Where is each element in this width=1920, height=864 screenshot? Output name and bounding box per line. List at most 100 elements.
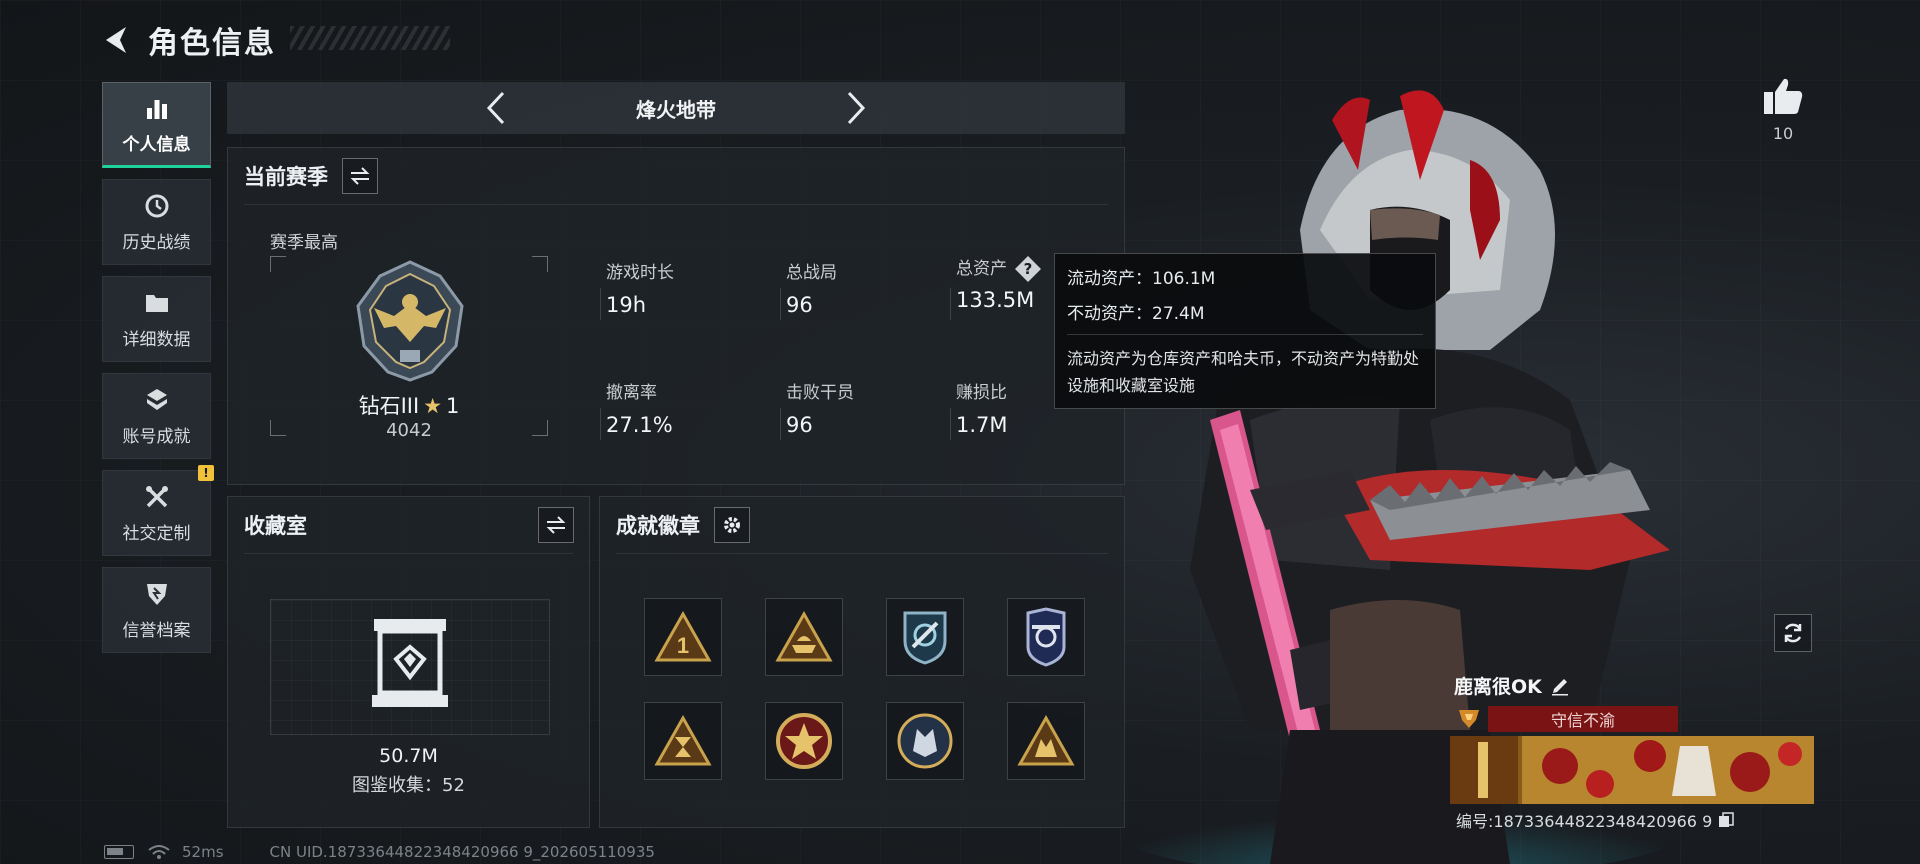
rotate-character-button[interactable] (1774, 614, 1812, 652)
stat-total-matches: 总战局 96 (786, 258, 837, 317)
player-banner[interactable] (1450, 736, 1814, 804)
stat-value: 27.1% (606, 413, 673, 437)
rank-score: 4042 (386, 420, 432, 441)
footer-uid: CN UID.18733644822348420966 9_2026051109… (269, 843, 655, 861)
season-panel: 当前赛季 赛季最高 钻石III ★ 1 4042 游戏时长 19h 总战局 96 总… (227, 147, 1125, 485)
collection-title: 收藏室 (244, 514, 307, 538)
sidebar: 个人信息 历史战绩 详细数据 账号成就 ! 社交定制 信誉档案 (102, 82, 214, 664)
sidebar-item-credit-file[interactable]: 信誉档案 (102, 567, 211, 653)
sidebar-item-detailed-data[interactable]: 详细数据 (102, 276, 211, 362)
stat-label: 撤离率 (606, 383, 657, 403)
assets-tooltip: 流动资产：106.1M 不动资产：27.4M 流动资产为仓库资产和哈夫币，不动资… (1054, 253, 1436, 409)
triangle-ship-icon (775, 611, 833, 662)
rank-stars: 1 (446, 394, 460, 418)
bar-chart-icon (146, 99, 167, 119)
tooltip-fixed-assets: 不动资产：27.4M (1067, 304, 1205, 324)
folder-icon (145, 294, 168, 312)
player-uid: 编号:18733644822348420966 9 (1456, 808, 1735, 832)
thumbs-up-icon[interactable] (1762, 76, 1804, 116)
mode-prev-button[interactable] (476, 88, 516, 128)
player-card: 鹿离很OK 守信不渝 编号:18733644822348420966 9 (1450, 672, 1814, 832)
collection-count: 图鉴收集：52 (352, 775, 465, 796)
divider (244, 553, 573, 554)
triangle-hands-icon (1017, 715, 1075, 766)
stat-profit-loss: 赚损比 1.7M (956, 378, 1008, 437)
season-title: 当前赛季 (244, 165, 328, 189)
rank-frame: 钻石III ★ 1 4042 (270, 256, 548, 441)
stat-value: 133.5M (956, 288, 1035, 312)
stat-operators-defeated: 击败干员 96 (786, 378, 854, 437)
header-decoration (290, 26, 450, 50)
sidebar-item-label: 账号成就 (122, 426, 191, 447)
swap-icon (546, 516, 566, 534)
diamond-rank-eagle-icon (356, 260, 464, 382)
achievement-badge[interactable] (644, 702, 722, 780)
divider (1067, 334, 1423, 335)
clock-history-icon (145, 194, 168, 217)
mode-next-button[interactable] (836, 88, 876, 128)
sidebar-item-social-custom[interactable]: ! 社交定制 (102, 465, 214, 556)
season-best-label: 赛季最高 (270, 233, 338, 253)
display-case-icon (372, 619, 448, 707)
sidebar-item-label: 社交定制 (122, 523, 191, 544)
help-icon[interactable]: ? (1015, 256, 1041, 282)
season-switch-button[interactable] (342, 158, 378, 194)
star-medal-icon (776, 713, 832, 769)
achievement-badge[interactable] (886, 702, 964, 780)
achievement-badge[interactable] (765, 702, 843, 780)
tooltip-description: 流动资产为仓库资产和哈夫币，不动资产为特勤处设施和收藏室设施 (1067, 349, 1420, 395)
stat-play-time: 游戏时长 19h (606, 258, 674, 317)
refresh-icon (1784, 623, 1802, 643)
achievement-badge[interactable] (765, 598, 843, 676)
warning-badge: ! (198, 465, 214, 481)
credit-rank-icon (1459, 710, 1479, 728)
player-name-text: 鹿离很OK (1454, 676, 1542, 698)
tools-icon (145, 485, 168, 507)
divider (244, 204, 1108, 205)
achievement-badge[interactable] (886, 598, 964, 676)
stat-label: 赚损比 (956, 383, 1007, 403)
chevron-left-icon (486, 91, 505, 125)
triangle-number-one-icon: 1 (654, 611, 712, 662)
svg-text:1: 1 (677, 633, 689, 658)
ping-text: 52ms (182, 843, 224, 861)
star-icon: ★ (423, 394, 443, 418)
back-arrow-icon[interactable] (100, 23, 134, 57)
stat-value: 96 (786, 413, 813, 437)
mode-selector: 烽火地带 (227, 82, 1125, 134)
edit-pencil-icon[interactable] (1550, 676, 1570, 696)
player-uid-text: 编号:18733644822348420966 9 (1456, 812, 1713, 831)
sidebar-item-personal-info[interactable]: 个人信息 (102, 82, 211, 168)
collection-value: 50.7M (379, 745, 438, 767)
triangle-hourglass-icon (654, 715, 712, 766)
rank-name: 钻石III ★ 1 (270, 390, 548, 420)
collection-switch-button[interactable] (538, 507, 574, 543)
police-badge-icon (1026, 607, 1066, 667)
rank-chevron-icon (146, 388, 167, 410)
sidebar-item-history[interactable]: 历史战绩 (102, 179, 211, 265)
tooltip-liquid-assets: 流动资产：106.1M (1067, 269, 1216, 289)
gear-icon (724, 517, 740, 533)
status-footer: 52ms CN UID.18733644822348420966 9_20260… (104, 842, 655, 862)
credit-status: 守信不渝 (1488, 706, 1678, 732)
like-count: 10 (1772, 124, 1794, 143)
achievements-panel: 成就徽章 1 (599, 496, 1125, 828)
achievements-title: 成就徽章 (616, 514, 700, 538)
like-widget[interactable]: 10 (1758, 76, 1808, 143)
sidebar-item-label: 个人信息 (122, 134, 191, 155)
achievements-settings-button[interactable] (714, 507, 750, 543)
stat-total-assets: 总资产? 133.5M (956, 254, 1041, 312)
achievement-badge[interactable]: 1 (644, 598, 722, 676)
page-header: 角色信息 (100, 18, 276, 62)
stat-value: 19h (606, 293, 647, 317)
sidebar-item-label: 信誉档案 (122, 620, 191, 641)
wifi-icon (148, 845, 170, 859)
copy-icon[interactable] (1718, 812, 1735, 828)
wolf-emblem-icon (897, 713, 953, 769)
sidebar-item-label: 详细数据 (122, 329, 191, 350)
collection-panel: 收藏室 50.7M 图鉴收集：52 (227, 496, 590, 828)
chevron-right-icon (847, 91, 866, 125)
page-title: 角色信息 (148, 26, 276, 61)
sidebar-item-account-achievements[interactable]: 账号成就 (102, 373, 211, 459)
shield-emblem-icon (903, 611, 947, 665)
